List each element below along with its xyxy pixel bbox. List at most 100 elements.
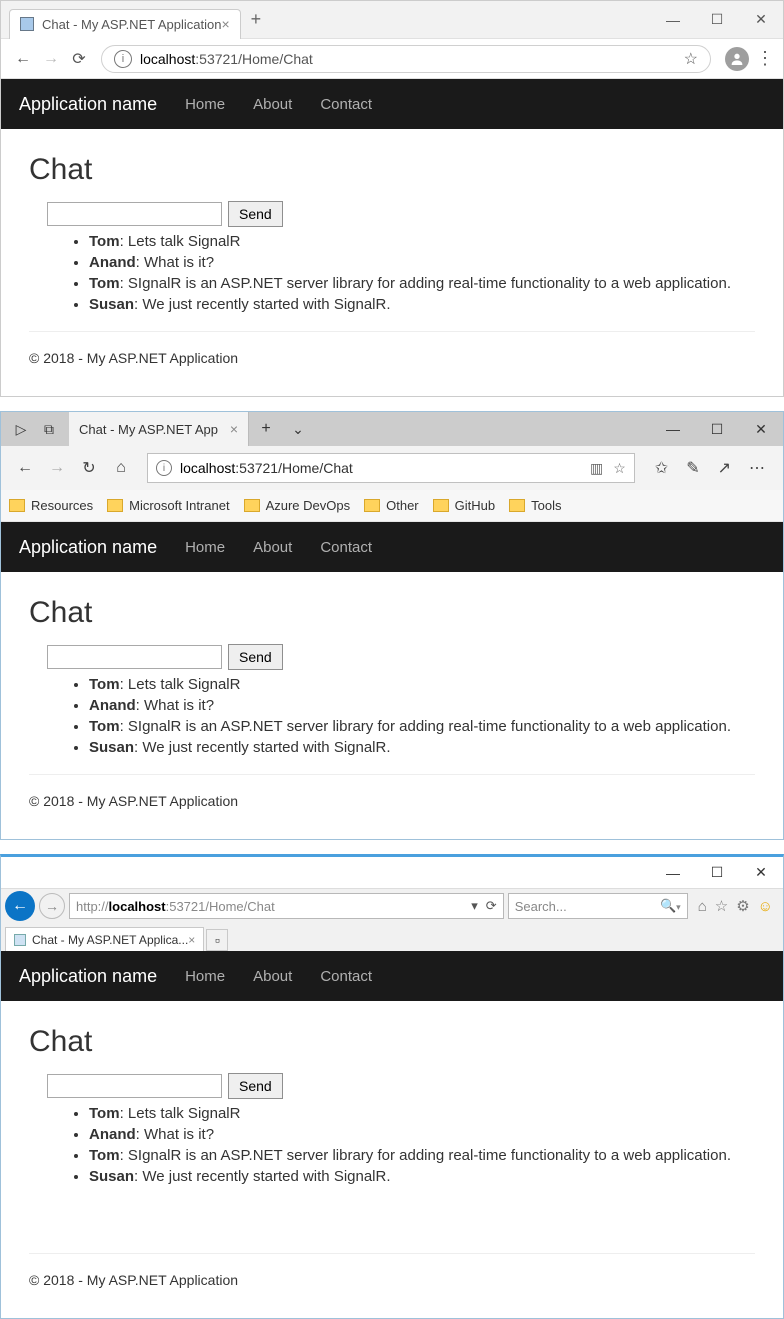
nav-about[interactable]: About (253, 968, 292, 985)
nav-contact[interactable]: Contact (320, 96, 372, 113)
back-button[interactable]: ← (9, 50, 37, 68)
nav-about[interactable]: About (253, 539, 292, 556)
app-brand[interactable]: Application name (19, 966, 157, 987)
bookmark-folder[interactable]: Microsoft Intranet (107, 498, 229, 513)
new-tab-button[interactable]: ▫ (206, 929, 228, 951)
app-navbar: Application name Home About Contact (1, 522, 783, 572)
nav-contact[interactable]: Contact (320, 539, 372, 556)
reload-button[interactable]: ↻ (73, 458, 105, 478)
chat-input[interactable] (47, 202, 222, 226)
tools-gear-icon[interactable]: ⚙ (736, 897, 749, 915)
bookmark-folder[interactable]: Other (364, 498, 419, 513)
nav-home[interactable]: Home (185, 96, 225, 113)
settings-menu-icon[interactable]: ⋯ (749, 458, 765, 478)
notes-icon[interactable]: ✎ (686, 458, 699, 478)
app-navbar: Application name Home About Contact (1, 79, 783, 129)
chat-item: Susan: We just recently started with Sig… (89, 1168, 755, 1185)
bookmark-star-icon[interactable]: ☆ (613, 460, 626, 477)
favorites-icon[interactable]: ☆ (715, 897, 728, 915)
smiley-icon[interactable]: ☺ (758, 898, 773, 915)
minimize-button[interactable]: — (651, 5, 695, 35)
chat-item: Tom: SIgnalR is an ASP.NET server librar… (89, 1147, 755, 1164)
folder-icon (9, 499, 25, 512)
site-info-icon[interactable]: i (156, 460, 172, 476)
nav-home[interactable]: Home (185, 968, 225, 985)
share-icon[interactable]: ↗ (718, 458, 731, 478)
url-path: :53721/Home/Chat (166, 899, 275, 914)
close-button[interactable]: ✕ (739, 5, 783, 35)
app-body: Chat Send Tom: Lets talk SignalR Anand: … (1, 129, 783, 396)
chrome-titlebar: Chat - My ASP.NET Application × + — ☐ ✕ (1, 1, 783, 39)
forward-button[interactable]: → (41, 459, 73, 477)
back-button[interactable]: ← (9, 459, 41, 477)
url-scheme: http:// (76, 899, 109, 914)
chat-list: Tom: Lets talk SignalR Anand: What is it… (69, 676, 755, 756)
maximize-button[interactable]: ☐ (695, 858, 739, 888)
url-host: localhost (180, 460, 235, 476)
chat-item: Susan: We just recently started with Sig… (89, 296, 755, 313)
search-icon[interactable]: 🔍▾ (660, 898, 681, 914)
app-brand[interactable]: Application name (19, 537, 157, 558)
url-host: localhost (140, 51, 195, 67)
bookmark-folder[interactable]: Resources (9, 498, 93, 513)
send-button[interactable]: Send (228, 1073, 283, 1099)
ie-window: — ☐ ✕ ← → http://localhost:53721/Home/Ch… (0, 854, 784, 1319)
nav-home[interactable]: Home (185, 539, 225, 556)
account-avatar[interactable] (725, 47, 749, 71)
new-tab-button[interactable]: + (249, 420, 283, 438)
folder-icon (509, 499, 525, 512)
forward-button[interactable]: → (37, 50, 65, 68)
chat-item: Tom: Lets talk SignalR (89, 1105, 755, 1122)
address-bar[interactable]: i localhost:53721/Home/Chat ☆ (101, 45, 711, 73)
page-title: Chat (29, 1025, 755, 1059)
send-button[interactable]: Send (228, 644, 283, 670)
folder-icon (433, 499, 449, 512)
nav-about[interactable]: About (253, 96, 292, 113)
reload-button[interactable]: ⟳ (486, 898, 497, 914)
close-icon[interactable]: × (230, 421, 238, 437)
set-aside-tabs-icon[interactable]: ⧉ (35, 421, 63, 438)
favorites-icon[interactable]: ✩ (655, 458, 668, 478)
home-button[interactable]: ⌂ (105, 459, 137, 477)
minimize-button[interactable]: — (651, 858, 695, 888)
chat-item: Anand: What is it? (89, 254, 755, 271)
back-button[interactable]: ← (5, 891, 35, 921)
address-bar[interactable]: i localhost:53721/Home/Chat ▥ ☆ (147, 453, 635, 483)
edge-titlebar: ▷ ⧉ Chat - My ASP.NET App × + ⌄ — ☐ ✕ (1, 412, 783, 446)
tab-list-chevron-icon[interactable]: ⌄ (283, 421, 313, 438)
app-footer: © 2018 - My ASP.NET Application (29, 1272, 755, 1306)
maximize-button[interactable]: ☐ (695, 412, 739, 446)
bookmarks-bar: Resources Microsoft Intranet Azure DevOp… (1, 490, 783, 522)
kebab-menu-icon[interactable]: ⋮ (755, 48, 775, 69)
edge-tab[interactable]: Chat - My ASP.NET App × (69, 412, 249, 446)
close-button[interactable]: ✕ (739, 412, 783, 446)
new-tab-button[interactable]: + (251, 9, 262, 30)
close-button[interactable]: ✕ (739, 858, 783, 888)
bookmark-star-icon[interactable]: ☆ (684, 49, 698, 69)
chat-input[interactable] (47, 1074, 222, 1098)
forward-button[interactable]: → (39, 893, 65, 919)
maximize-button[interactable]: ☐ (695, 5, 739, 35)
page-favicon (14, 934, 26, 946)
edge-window: ▷ ⧉ Chat - My ASP.NET App × + ⌄ — ☐ ✕ ← … (0, 411, 784, 840)
site-info-icon[interactable]: i (114, 50, 132, 68)
bookmark-folder[interactable]: Azure DevOps (244, 498, 351, 513)
close-icon[interactable]: × (221, 16, 229, 32)
nav-contact[interactable]: Contact (320, 968, 372, 985)
bookmark-folder[interactable]: Tools (509, 498, 561, 513)
dropdown-chevron-icon[interactable]: ▾ (471, 898, 478, 914)
bookmark-folder[interactable]: GitHub (433, 498, 495, 513)
ie-tab[interactable]: Chat - My ASP.NET Applica... × (5, 927, 204, 951)
close-icon[interactable]: × (188, 933, 195, 947)
send-button[interactable]: Send (228, 201, 283, 227)
reload-button[interactable]: ⟳ (65, 49, 93, 69)
home-icon[interactable]: ⌂ (698, 898, 707, 915)
app-brand[interactable]: Application name (19, 94, 157, 115)
chrome-tab[interactable]: Chat - My ASP.NET Application × (9, 9, 241, 39)
minimize-button[interactable]: — (651, 412, 695, 446)
chat-input[interactable] (47, 645, 222, 669)
reading-view-icon[interactable]: ▥ (590, 460, 603, 477)
search-box[interactable]: Search... 🔍▾ (508, 893, 688, 919)
address-bar[interactable]: http://localhost:53721/Home/Chat ▾ ⟳ (69, 893, 504, 919)
tab-actions-icon[interactable]: ▷ (7, 421, 35, 438)
